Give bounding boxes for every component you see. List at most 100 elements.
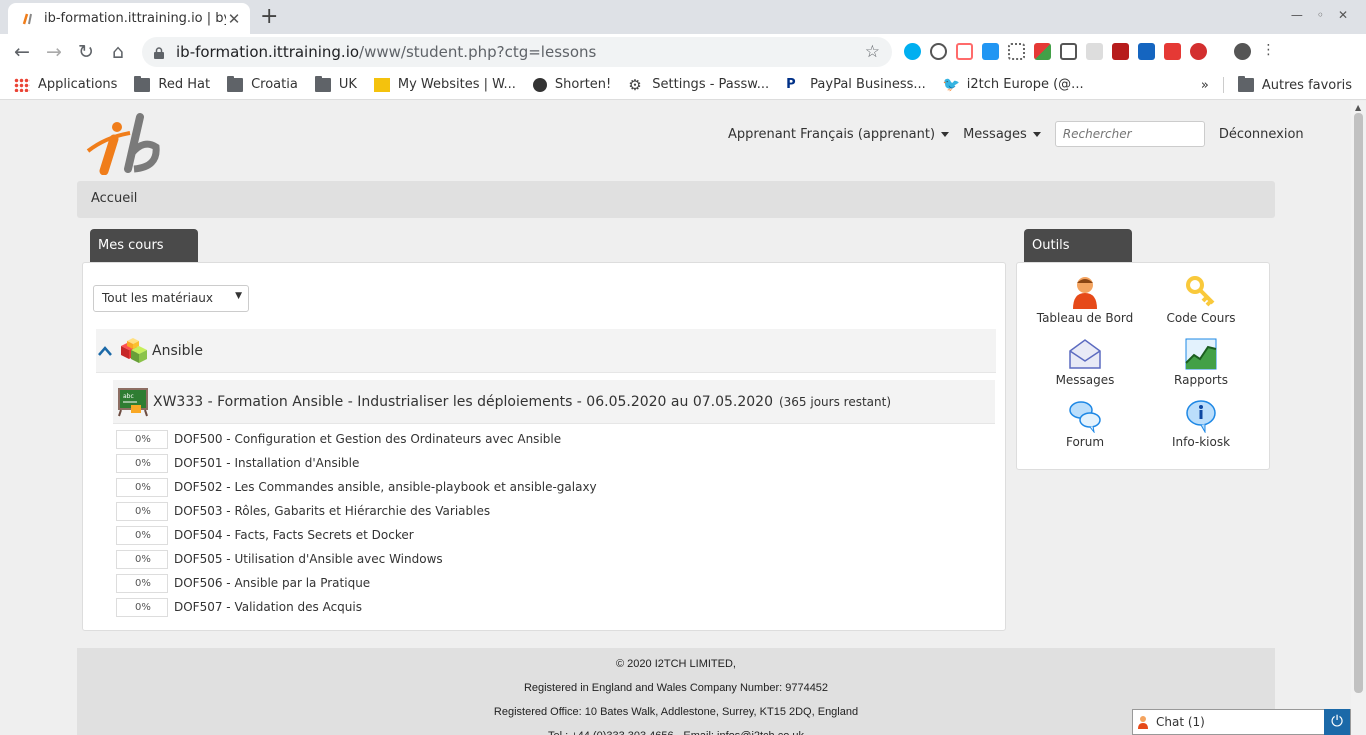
cast-extension-icon[interactable] xyxy=(956,43,973,60)
reader-extension-icon[interactable] xyxy=(1060,43,1077,60)
bookmark-other[interactable]: Autres favoris xyxy=(1237,76,1352,93)
bookmark-red-hat[interactable]: Red Hat xyxy=(134,75,211,92)
lesson-title[interactable]: DOF503 - Rôles, Gabarits et Hiérarchie d… xyxy=(174,504,490,518)
chat-user-icon xyxy=(1138,716,1148,729)
bookmarks-right: » Autres favoris xyxy=(1201,70,1352,100)
top-navigation: Apprenant Français (apprenant) Messages … xyxy=(728,121,1304,147)
collapse-chevron-icon[interactable] xyxy=(98,345,112,356)
bookmark-shorten[interactable]: Shorten! xyxy=(532,77,611,92)
courses-panel: Tout les matériaux ▼ Ansible abc XW333 - … xyxy=(82,262,1006,631)
category-row[interactable]: Ansible xyxy=(96,329,996,373)
lesson-title[interactable]: DOF502 - Les Commandes ansible, ansible-… xyxy=(174,480,597,494)
messages-menu[interactable]: Messages xyxy=(963,127,1041,142)
bookmark-paypal[interactable]: P PayPal Business... xyxy=(786,77,926,92)
logout-link[interactable]: Déconnexion xyxy=(1219,127,1304,142)
materials-filter-select[interactable]: Tout les matériaux ▼ xyxy=(93,285,249,312)
translate-extension-icon[interactable] xyxy=(982,43,999,60)
tool-reports[interactable]: Rapports xyxy=(1146,337,1256,387)
reports-chart-icon xyxy=(1185,338,1217,370)
bookmark-label: Red Hat xyxy=(158,77,211,92)
menu-dots-icon[interactable]: ⋮ xyxy=(1260,43,1277,60)
chat-widget[interactable]: Chat (1) ⏻ xyxy=(1132,709,1351,735)
reload-icon[interactable]: ↻ xyxy=(74,40,98,64)
minimize-icon[interactable]: — xyxy=(1291,8,1303,22)
lock-icon xyxy=(154,46,164,59)
courses-panel-header: Mes cours xyxy=(90,229,198,263)
new-tab-button[interactable]: + xyxy=(260,4,278,30)
lesson-item[interactable]: 0% DOF500 - Configuration et Gestion des … xyxy=(116,429,561,449)
lesson-title[interactable]: DOF505 - Utilisation d'Ansible avec Wind… xyxy=(174,552,443,566)
messages-menu-label: Messages xyxy=(963,126,1027,142)
lesson-item[interactable]: 0% DOF506 - Ansible par la Pratique xyxy=(116,573,370,593)
back-icon[interactable]: ← xyxy=(10,40,34,64)
bookmark-my-websites[interactable]: My Websites | W... xyxy=(373,77,516,92)
bookmark-applications[interactable]: Applications xyxy=(14,77,117,92)
search-input[interactable] xyxy=(1054,121,1205,147)
tool-forum[interactable]: Forum xyxy=(1030,399,1140,449)
speed-extension-icon[interactable] xyxy=(930,43,947,60)
caret-down-icon xyxy=(1032,131,1041,137)
bookmark-uk[interactable]: UK xyxy=(314,75,357,92)
browser-toolbar: ← → ↻ ⌂ ib-formation.ittraining.io/www/s… xyxy=(0,34,1366,70)
tool-messages[interactable]: Messages xyxy=(1030,337,1140,387)
user-menu[interactable]: Apprenant Français (apprenant) xyxy=(728,127,950,142)
page-scrollbar[interactable]: ▲ xyxy=(1351,101,1366,735)
bookmark-settings[interactable]: ⚙ Settings - Passw... xyxy=(628,77,769,92)
browser-tab[interactable]: ib-formation.ittraining.io | by ✕ xyxy=(8,3,250,34)
forum-bubbles-icon xyxy=(1069,401,1101,433)
lesson-item[interactable]: 0% DOF505 - Utilisation d'Ansible avec Wi… xyxy=(116,549,443,569)
lesson-progress: 0% xyxy=(116,597,168,617)
vivaldi-extension-icon[interactable] xyxy=(1190,43,1207,60)
course-title[interactable]: XW333 - Formation Ansible - Industrialis… xyxy=(153,394,773,410)
tools-extension-icon[interactable] xyxy=(1086,43,1103,60)
lesson-title[interactable]: DOF506 - Ansible par la Pratique xyxy=(174,576,370,590)
tool-course-code[interactable]: Code Cours xyxy=(1146,275,1256,325)
lesson-title[interactable]: DOF500 - Configuration et Gestion des Or… xyxy=(174,432,561,446)
info-icon xyxy=(1186,400,1216,433)
h-extension-icon[interactable] xyxy=(1112,43,1129,60)
lesson-item[interactable]: 0% DOF502 - Les Commandes ansible, ansibl… xyxy=(116,477,597,497)
scrollbar-thumb[interactable] xyxy=(1354,113,1363,693)
lesson-item[interactable]: 0% DOF501 - Installation d'Ansible xyxy=(116,453,359,473)
profile-avatar[interactable] xyxy=(1234,43,1251,60)
extensions-bar: ⋮ xyxy=(904,43,1277,60)
footer-company-number: Registered in England and Wales Company … xyxy=(523,682,829,694)
scroll-up-icon[interactable]: ▲ xyxy=(1355,103,1361,112)
pdf-extension-icon[interactable] xyxy=(1164,43,1181,60)
breadcrumb-home-link[interactable]: Accueil xyxy=(91,191,137,206)
window-controls: — ◦ ✕ xyxy=(1291,8,1348,22)
breadcrumb: Accueil xyxy=(77,181,1275,218)
chat-power-icon[interactable]: ⏻ xyxy=(1324,709,1350,735)
address-bar[interactable]: ib-formation.ittraining.io/www/student.p… xyxy=(142,37,892,67)
key-icon xyxy=(1186,276,1215,307)
dropbox-extension-icon[interactable] xyxy=(1008,43,1025,60)
tool-dashboard[interactable]: Tableau de Bord xyxy=(1030,275,1140,325)
bookmark-twitter[interactable]: 🐦 i2tch Europe (@... xyxy=(943,77,1084,92)
lesson-title[interactable]: DOF501 - Installation d'Ansible xyxy=(174,456,359,470)
tool-info-kiosk[interactable]: Info-kiosk xyxy=(1146,399,1256,449)
bookmark-star-icon[interactable]: ☆ xyxy=(865,42,880,62)
chat-label-wrap[interactable]: Chat (1) xyxy=(1133,715,1324,729)
home-icon[interactable]: ⌂ xyxy=(106,40,130,64)
tab-close-icon[interactable]: ✕ xyxy=(226,10,242,28)
bookmarks-overflow-icon[interactable]: » xyxy=(1201,78,1209,93)
lesson-title[interactable]: DOF504 - Facts, Facts Secrets et Docker xyxy=(174,528,414,542)
ib-logo[interactable] xyxy=(86,111,160,176)
close-window-icon[interactable]: ✕ xyxy=(1338,8,1348,22)
lesson-item[interactable]: 0% DOF507 - Validation des Acquis xyxy=(116,597,362,617)
restore-icon[interactable]: ◦ xyxy=(1317,8,1324,22)
lesson-item[interactable]: 0% DOF503 - Rôles, Gabarits et Hiérarchie… xyxy=(116,501,490,521)
skype-extension-icon[interactable] xyxy=(904,43,921,60)
lesson-item[interactable]: 0% DOF504 - Facts, Facts Secrets et Docke… xyxy=(116,525,414,545)
two-extension-icon[interactable] xyxy=(1138,43,1155,60)
office-extension-icon[interactable] xyxy=(1034,43,1051,60)
folder-icon xyxy=(227,75,244,92)
course-row[interactable]: abc XW333 - Formation Ansible - Industri… xyxy=(113,380,995,424)
forward-icon[interactable]: → xyxy=(42,40,66,64)
envelope-icon xyxy=(1069,339,1101,369)
lesson-title[interactable]: DOF507 - Validation des Acquis xyxy=(174,600,362,614)
bookmark-label: Croatia xyxy=(251,77,298,92)
bookmark-label: i2tch Europe (@... xyxy=(966,77,1084,92)
bookmark-croatia[interactable]: Croatia xyxy=(227,75,298,92)
bookmark-divider xyxy=(1222,77,1224,93)
